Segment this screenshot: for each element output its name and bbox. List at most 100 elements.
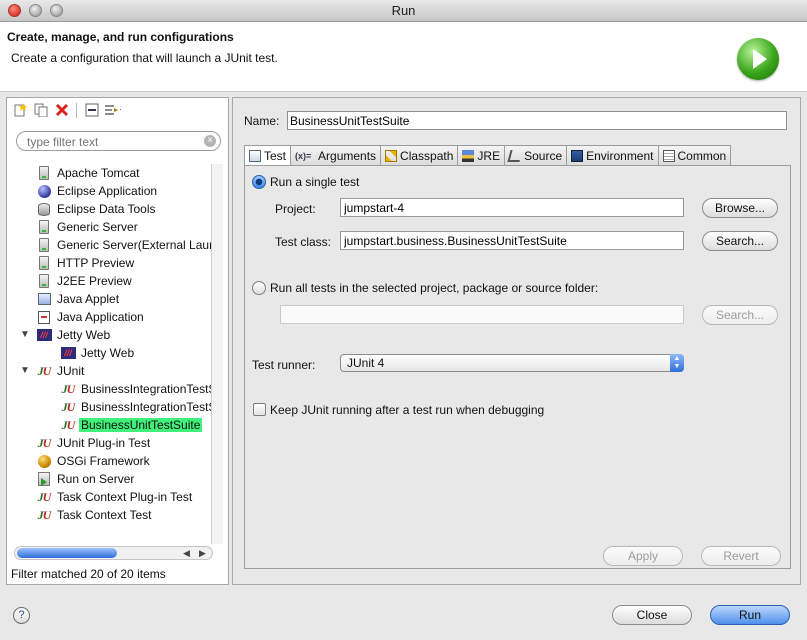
help-icon[interactable]: ? bbox=[13, 607, 30, 624]
scroll-right-arrow-icon[interactable]: ▶ bbox=[199, 548, 206, 559]
keep-junit-running-label: Keep JUnit running after a test run when… bbox=[270, 403, 545, 417]
tree-item-junit-plugin-test[interactable]: JU JUnit Plug-in Test bbox=[36, 434, 152, 452]
tree-item-java-applet[interactable]: Java Applet bbox=[36, 290, 121, 308]
tree-item-java-application[interactable]: Java Application bbox=[36, 308, 146, 326]
expanded-triangle-icon[interactable]: ▼ bbox=[20, 365, 30, 376]
new-configuration-icon[interactable] bbox=[11, 102, 28, 119]
dialog-subtitle: Create a configuration that will launch … bbox=[11, 51, 278, 65]
apply-button[interactable]: Apply bbox=[603, 546, 683, 566]
test-runner-value: JUnit 4 bbox=[347, 356, 385, 370]
dialog-header: Create, manage, and run configurations C… bbox=[0, 22, 807, 92]
configurations-toolbar bbox=[11, 101, 121, 119]
tree-item-label: Jetty Web bbox=[57, 328, 111, 342]
duplicate-configuration-icon[interactable] bbox=[32, 102, 49, 119]
search-class-button[interactable]: Search... bbox=[702, 231, 778, 251]
tab-jre[interactable]: JRE bbox=[458, 145, 506, 165]
tree-item-label: Java Applet bbox=[57, 292, 120, 306]
tree-item-task-context-plugin-test[interactable]: JU Task Context Plug-in Test bbox=[36, 488, 194, 506]
tree-item-eclipse-application[interactable]: Eclipse Application bbox=[36, 182, 159, 200]
scroll-left-arrow-icon[interactable]: ◀ bbox=[183, 548, 190, 559]
tree-item-generic-server-external[interactable]: Generic Server(External Launc bbox=[36, 236, 212, 254]
tree-item-eclipse-data-tools[interactable]: Eclipse Data Tools bbox=[36, 200, 158, 218]
test-tab-body: Run a single test Project: Browse... Tes… bbox=[244, 165, 791, 569]
configuration-tabs: Test (x)= Arguments Classpath JRE Source… bbox=[244, 145, 732, 165]
common-tab-icon bbox=[662, 149, 675, 162]
tree-item-label: Apache Tomcat bbox=[57, 166, 140, 180]
dialog-title: Create, manage, and run configurations bbox=[7, 30, 234, 44]
tree-item-label: Task Context Test bbox=[57, 508, 152, 522]
tab-label: Source bbox=[524, 148, 563, 163]
junit-icon: JU bbox=[61, 399, 76, 414]
test-tab-icon bbox=[249, 149, 261, 162]
tree-item-label: Java Application bbox=[57, 310, 144, 324]
browse-button[interactable]: Browse... bbox=[702, 198, 778, 218]
tab-label: Environment bbox=[586, 148, 654, 163]
tree-horizontal-scrollbar[interactable]: ◀ ▶ bbox=[14, 546, 213, 560]
tree-item-business-unit-test-suite[interactable]: JU BusinessUnitTestSuite bbox=[60, 416, 203, 434]
tree-item-run-on-server[interactable]: Run on Server bbox=[36, 470, 136, 488]
tree-item-jetty-web-child[interactable]: /// Jetty Web bbox=[60, 344, 136, 362]
tab-source[interactable]: Source bbox=[505, 145, 568, 165]
tree-item-task-context-test[interactable]: JU Task Context Test bbox=[36, 506, 154, 524]
tab-label: Classpath bbox=[400, 148, 454, 163]
project-input[interactable] bbox=[340, 198, 684, 217]
tab-classpath[interactable]: Classpath bbox=[381, 145, 459, 165]
toolbar-separator bbox=[76, 102, 77, 118]
tree-item-j2ee-preview[interactable]: J2EE Preview bbox=[36, 272, 134, 290]
tab-common[interactable]: Common bbox=[658, 145, 732, 165]
server-icon bbox=[36, 165, 52, 181]
revert-button[interactable]: Revert bbox=[701, 546, 781, 566]
tree-vertical-scrollbar[interactable] bbox=[211, 164, 223, 544]
run-single-test-radio[interactable] bbox=[252, 175, 266, 189]
scrollbar-thumb[interactable] bbox=[17, 548, 117, 558]
test-runner-label: Test runner: bbox=[252, 358, 316, 372]
tree-item-generic-server[interactable]: Generic Server bbox=[36, 218, 140, 236]
junit-plugin-icon: JU bbox=[37, 489, 52, 504]
configuration-name-input[interactable] bbox=[287, 111, 787, 130]
tree-item-label: BusinessIntegrationTestS bbox=[81, 400, 212, 414]
filter-menu-icon[interactable] bbox=[104, 102, 121, 119]
run-button[interactable]: Run bbox=[710, 605, 790, 625]
run-all-tests-radio[interactable] bbox=[252, 281, 266, 295]
server-icon bbox=[36, 219, 52, 235]
tab-environment[interactable]: Environment bbox=[567, 145, 659, 165]
tab-test[interactable]: Test bbox=[244, 145, 292, 165]
collapse-all-icon[interactable] bbox=[83, 102, 100, 119]
project-label: Project: bbox=[275, 202, 316, 216]
filter-search-field[interactable]: × bbox=[16, 131, 221, 151]
tree-item-label: Eclipse Application bbox=[57, 184, 158, 198]
source-tab-icon bbox=[507, 149, 523, 162]
tab-label: JRE bbox=[477, 148, 501, 163]
expanded-triangle-icon[interactable]: ▼ bbox=[20, 329, 30, 340]
tree-item-label: JUnit bbox=[57, 364, 85, 378]
title-bar: Run bbox=[0, 0, 807, 22]
tree-item-junit[interactable]: ▼ JU JUnit bbox=[20, 362, 86, 380]
run-all-tests-label: Run all tests in the selected project, p… bbox=[270, 281, 599, 295]
server-icon bbox=[36, 255, 52, 271]
test-class-input[interactable] bbox=[340, 231, 684, 250]
close-button[interactable]: Close bbox=[612, 605, 692, 625]
applet-icon bbox=[36, 291, 52, 307]
run-single-test-label: Run a single test bbox=[270, 175, 360, 189]
eclipse-icon bbox=[36, 183, 52, 199]
filter-input[interactable] bbox=[27, 134, 197, 149]
tab-arguments[interactable]: (x)= Arguments bbox=[291, 145, 382, 165]
tree-item-jetty-web[interactable]: ▼ /// Jetty Web bbox=[20, 326, 112, 344]
keep-junit-running-checkbox[interactable] bbox=[253, 403, 266, 416]
container-input[interactable] bbox=[280, 305, 684, 324]
junit-icon: JU bbox=[37, 507, 52, 522]
clear-filter-icon[interactable]: × bbox=[204, 135, 216, 147]
tree-item-osgi-framework[interactable]: OSGi Framework bbox=[36, 452, 152, 470]
junit-icon: JU bbox=[61, 381, 76, 396]
tree-item-apache-tomcat[interactable]: Apache Tomcat bbox=[36, 164, 142, 182]
tree-item-http-preview[interactable]: HTTP Preview bbox=[36, 254, 136, 272]
jetty-icon: /// bbox=[36, 327, 52, 343]
tab-label: Arguments bbox=[318, 148, 377, 163]
tree-item-business-integration-2[interactable]: JU BusinessIntegrationTestS bbox=[60, 398, 212, 416]
tree-item-business-integration-1[interactable]: JU BusinessIntegrationTestS bbox=[60, 380, 212, 398]
window-title: Run bbox=[391, 3, 416, 18]
delete-configuration-icon[interactable] bbox=[53, 102, 70, 119]
search-container-button[interactable]: Search... bbox=[702, 305, 778, 325]
test-runner-select[interactable]: JUnit 4 ▲ ▼ bbox=[340, 354, 684, 372]
java-application-icon bbox=[36, 309, 52, 325]
